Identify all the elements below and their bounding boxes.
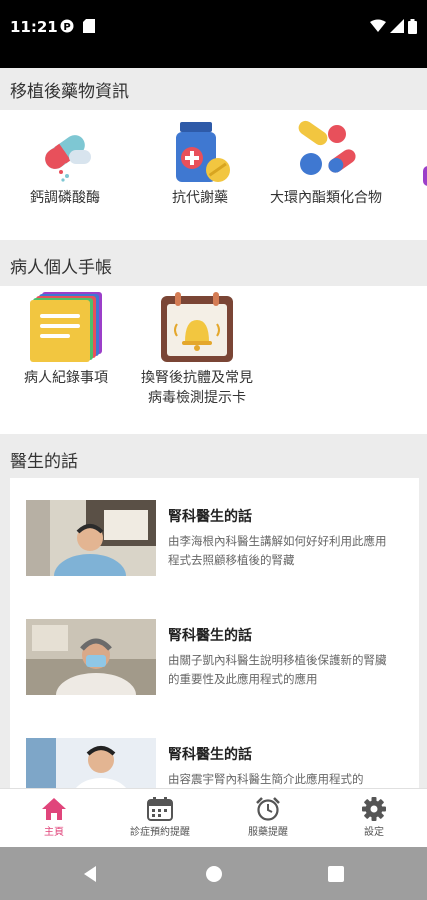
nav-settings[interactable]: 設定 [324, 797, 424, 838]
medicine-bottle-icon [176, 122, 230, 182]
med-item-antimetabolite[interactable]: 抗代謝藥 [155, 120, 245, 208]
doctor-video-card[interactable]: 腎科醫生的話 由李海根內科醫生講解如何好好利用此應用程式去照顧移植後的腎藏 腎科… [10, 478, 419, 788]
doctor-photo [26, 500, 156, 576]
signal-icon [390, 19, 404, 33]
sim-card-icon [83, 19, 95, 33]
bell-calendar-icon [161, 292, 233, 362]
section-title-doctor: 醫生的話 [0, 438, 427, 480]
section-title-notes: 病人個人手帳 [0, 244, 427, 286]
next-item-peek [423, 166, 427, 186]
section-title-meds: 移植後藥物資訊 [0, 68, 427, 110]
notes-item-label: 換腎後抗體及常見病毒檢測提示卡 [141, 370, 253, 406]
med-item-label: 抗代謝藥 [172, 190, 228, 206]
wifi-icon [370, 19, 386, 32]
meds-row[interactable]: 鈣調磷酸酶 抗代謝藥 大環內酯類化合物 [0, 110, 427, 240]
doctor-photo [26, 619, 156, 695]
sticky-notes-icon [30, 292, 102, 362]
nav-label: 主頁 [44, 827, 64, 838]
recents-icon[interactable] [328, 866, 344, 882]
status-time: 11:21 [10, 18, 58, 36]
back-icon[interactable] [82, 865, 98, 883]
nav-medication[interactable]: 服藥提醒 [218, 797, 318, 838]
video-description: 由容震宇腎內科醫生簡介此應用程式的 [168, 772, 364, 786]
notes-item-virus-card[interactable]: 換腎後抗體及常見病毒檢測提示卡 [138, 290, 256, 408]
home-icon [42, 798, 66, 820]
video-thumbnail[interactable] [26, 500, 156, 576]
video-title: 腎科醫生的話 [168, 628, 252, 644]
colored-pills-icon [298, 120, 356, 175]
video-item[interactable]: 腎科醫生的話 由容震宇腎內科醫生簡介此應用程式的 [26, 738, 406, 788]
system-navigation-bar [0, 847, 427, 900]
notification-icon: P [60, 19, 74, 33]
notes-item-records[interactable]: 病人紀錄事項 [14, 290, 118, 388]
bottom-navigation: 主頁 診症預約提醒 服藥提醒 設定 [0, 788, 427, 847]
notes-item-label: 病人紀錄事項 [24, 370, 108, 386]
battery-icon [408, 19, 417, 34]
video-description: 由李海根內科醫生講解如何好好利用此應用程式去照顧移植後的腎藏 [168, 534, 387, 567]
capsule-pills-icon [45, 135, 91, 182]
video-item[interactable]: 腎科醫生的話 由李海根內科醫生講解如何好好利用此應用程式去照顧移植後的腎藏 [26, 500, 406, 580]
nav-home[interactable]: 主頁 [4, 797, 104, 838]
gear-icon [362, 797, 386, 821]
med-item-calcineurin[interactable]: 鈣調磷酸酶 [20, 120, 110, 208]
notes-row[interactable]: 病人紀錄事項 換腎後抗體及常見病毒檢測提示卡 [0, 286, 427, 434]
nav-label: 服藥提醒 [248, 827, 288, 838]
doctor-photo [26, 738, 156, 788]
home-content[interactable]: 移植後藥物資訊 鈣調磷酸酶 抗代謝藥 大環內酯類化合物 病人個人手帳 病人紀錄事… [0, 68, 427, 788]
video-thumbnail[interactable] [26, 738, 156, 788]
nav-label: 診症預約提醒 [130, 827, 190, 838]
video-title: 腎科醫生的話 [168, 747, 252, 763]
calendar-icon [147, 797, 173, 821]
med-item-label: 鈣調磷酸酶 [30, 190, 100, 206]
alarm-clock-icon [256, 797, 280, 821]
video-description: 由關子凱內科醫生說明移植後保護新的腎臟的重要性及此應用程式的應用 [168, 653, 387, 686]
status-bar: 11:21 P [0, 0, 427, 68]
med-item-macrolide[interactable]: 大環內酯類化合物 [270, 120, 382, 208]
video-title: 腎科醫生的話 [168, 509, 252, 525]
video-thumbnail[interactable] [26, 619, 156, 695]
home-circle-icon[interactable] [205, 865, 223, 883]
svg-text:P: P [63, 22, 70, 33]
med-item-label: 大環內酯類化合物 [270, 190, 382, 206]
nav-appointments[interactable]: 診症預約提醒 [110, 797, 210, 838]
nav-label: 設定 [364, 827, 384, 838]
video-item[interactable]: 腎科醫生的話 由關子凱內科醫生說明移植後保護新的腎臟的重要性及此應用程式的應用 [26, 619, 406, 699]
